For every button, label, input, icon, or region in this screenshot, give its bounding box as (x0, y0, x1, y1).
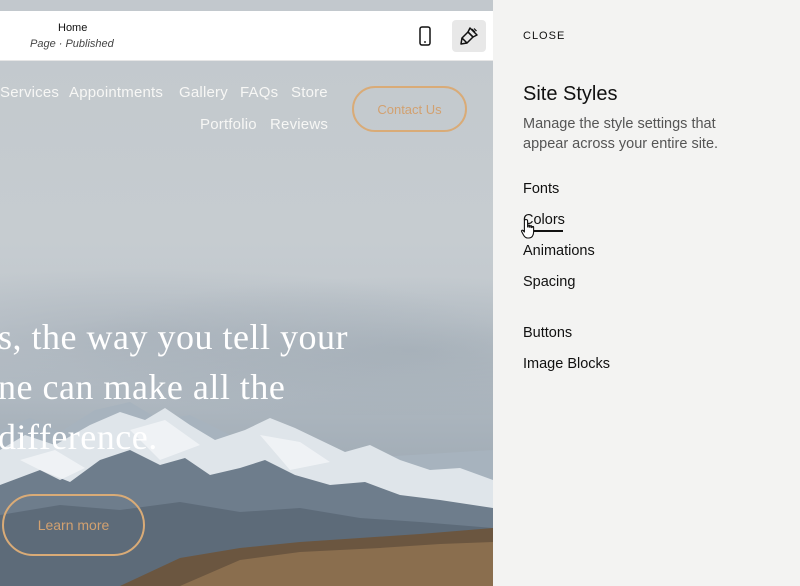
hero-heading-line: difference. (0, 417, 158, 457)
menu-item-spacing[interactable]: Spacing (523, 274, 575, 290)
nav-services[interactable]: Services (0, 84, 59, 101)
mobile-view-button[interactable] (410, 20, 440, 52)
menu-item-fonts[interactable]: Fonts (523, 181, 559, 197)
hand-pointer-icon (520, 218, 535, 239)
page-status: Page · Published (30, 38, 114, 50)
nav-appointments[interactable]: Appointments (69, 84, 163, 101)
contact-us-button[interactable]: Contact Us (352, 86, 467, 132)
editor-topbar: Home Page · Published (0, 11, 493, 61)
mobile-phone-icon (419, 26, 431, 46)
hero-heading-line: s, the way you tell your (0, 317, 348, 357)
site-styles-button[interactable] (452, 20, 486, 52)
nav-faqs[interactable]: FAQs (240, 84, 278, 101)
site-styles-panel: CLOSE Site Styles Manage the style setti… (493, 0, 800, 586)
nav-store[interactable]: Store (291, 84, 328, 101)
panel-title: Site Styles (523, 83, 618, 105)
menu-item-animations[interactable]: Animations (523, 243, 595, 259)
nav-reviews[interactable]: Reviews (270, 116, 328, 133)
learn-more-button[interactable]: Learn more (2, 494, 145, 556)
hero-heading: s, the way you tell your ne can make all… (0, 312, 478, 462)
menu-item-buttons[interactable]: Buttons (523, 325, 572, 341)
paintbrush-icon (460, 27, 478, 45)
page-title: Home (58, 22, 88, 34)
nav-portfolio[interactable]: Portfolio (200, 116, 257, 133)
close-button[interactable]: CLOSE (523, 30, 565, 42)
hero-heading-line: ne can make all the (0, 367, 286, 407)
panel-description: Manage the style settings that appear ac… (523, 116, 719, 152)
menu-item-image-blocks[interactable]: Image Blocks (523, 356, 610, 372)
site-preview: Home Page · Published Services Appointme… (0, 0, 493, 586)
nav-gallery[interactable]: Gallery (179, 84, 228, 101)
